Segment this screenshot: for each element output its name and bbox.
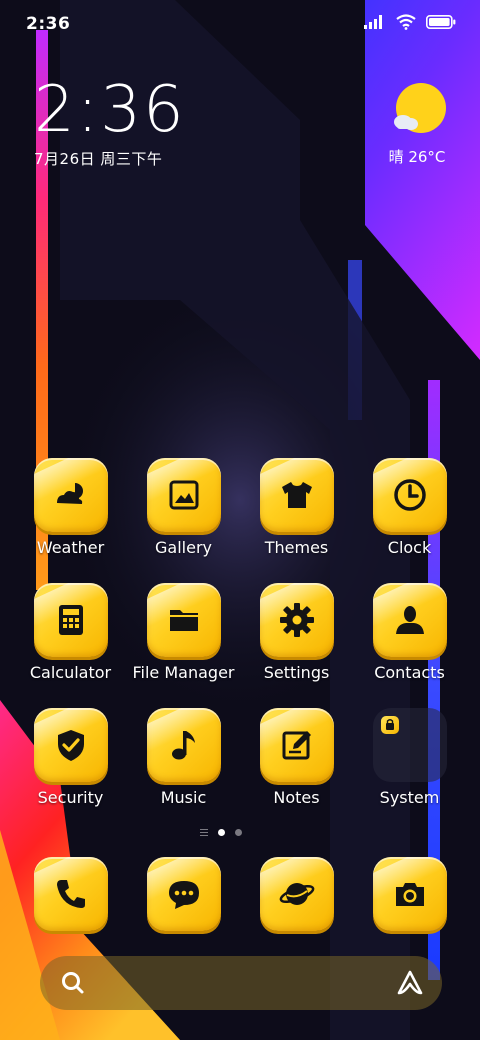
- app-themes[interactable]: Themes: [240, 458, 353, 557]
- folder-icon: [169, 610, 198, 631]
- clock-widget[interactable]: 2:36 7月26日 周三下午: [34, 78, 186, 169]
- app-file-manager[interactable]: File Manager: [127, 583, 240, 682]
- app-calculator[interactable]: Calculator: [14, 583, 127, 682]
- app-icon-tile: [146, 458, 221, 532]
- app-icon-tile: [33, 583, 108, 657]
- app-weather[interactable]: Weather: [14, 458, 127, 557]
- app-label: Themes: [264, 538, 329, 557]
- app-label: Clock: [387, 538, 432, 557]
- weather-icon: [56, 483, 83, 504]
- battery-icon: [426, 15, 456, 29]
- status-bar: 2:36: [0, 0, 480, 50]
- app-label: File Manager: [132, 663, 235, 682]
- app-icon-tile: [259, 708, 334, 782]
- app-icon-tile: [372, 857, 447, 931]
- weather-text: 晴 26°C: [388, 148, 446, 166]
- widget-time: 2:36: [34, 73, 186, 147]
- tshirt-icon: [281, 482, 312, 508]
- camera-icon: [395, 883, 424, 906]
- app-security[interactable]: Security: [14, 708, 127, 807]
- dock-browser[interactable]: [240, 857, 353, 931]
- app-icon-tile: [146, 857, 221, 931]
- app-icon-tile: [372, 458, 447, 532]
- app-system-folder[interactable]: System: [353, 708, 466, 807]
- message-icon: [168, 881, 199, 909]
- app-label: Music: [160, 788, 207, 807]
- dock-messages[interactable]: [127, 857, 240, 931]
- status-icons: [364, 14, 456, 30]
- page-dot: [235, 829, 242, 836]
- app-icon-tile: [33, 708, 108, 782]
- gear-icon: [279, 603, 314, 637]
- app-icon-tile: [33, 857, 108, 931]
- app-label: Notes: [273, 788, 320, 807]
- app-clock[interactable]: Clock: [353, 458, 466, 557]
- gallery-icon: [169, 480, 198, 510]
- app-icon-tile: [259, 583, 334, 657]
- weather-widget[interactable]: 晴 26°C: [382, 82, 452, 167]
- phone-icon: [56, 880, 85, 908]
- signal-icon: [364, 15, 382, 29]
- widget-date: 7月26日 周三下午: [34, 150, 163, 168]
- app-settings[interactable]: Settings: [240, 583, 353, 682]
- app-gallery[interactable]: Gallery: [127, 458, 240, 557]
- app-label: Gallery: [155, 538, 212, 557]
- search-bar[interactable]: [40, 956, 442, 1010]
- app-label: Settings: [263, 663, 330, 682]
- partly-sunny-icon: [394, 83, 446, 133]
- folder-preview-icon: [380, 716, 399, 734]
- app-icon-tile: [146, 583, 221, 657]
- app-label: Calculator: [29, 663, 112, 682]
- app-contacts[interactable]: Contacts: [353, 583, 466, 682]
- page-indicator-list-icon: [200, 829, 208, 836]
- app-label: Contacts: [374, 663, 445, 682]
- status-time: 2:36: [26, 14, 71, 34]
- lock-icon: [385, 719, 394, 730]
- app-icon-tile: [372, 583, 447, 657]
- app-icon-tile: [259, 458, 334, 532]
- person-icon: [395, 606, 424, 634]
- app-label: Weather: [36, 538, 105, 557]
- page-dot-active: [218, 829, 225, 836]
- music-note-icon: [171, 731, 195, 760]
- wifi-icon: [396, 14, 416, 30]
- page-indicator[interactable]: [200, 829, 242, 836]
- app-icon-tile: [259, 857, 334, 931]
- app-notes[interactable]: Notes: [240, 708, 353, 807]
- calculator-icon: [58, 605, 83, 635]
- search-icon[interactable]: [60, 970, 86, 996]
- notes-edit-icon: [282, 731, 311, 760]
- clock-icon: [393, 479, 426, 511]
- app-label: System: [379, 788, 440, 807]
- app-icon-tile: [33, 458, 108, 532]
- shield-check-icon: [57, 730, 84, 761]
- dock-camera[interactable]: [353, 857, 466, 931]
- folder-icon: [372, 708, 447, 782]
- app-icon-tile: [146, 708, 221, 782]
- app-music[interactable]: Music: [127, 708, 240, 807]
- app-label: Security: [37, 788, 104, 807]
- dock-phone[interactable]: [14, 857, 127, 931]
- planet-icon: [279, 883, 314, 905]
- assistant-icon[interactable]: [396, 969, 424, 997]
